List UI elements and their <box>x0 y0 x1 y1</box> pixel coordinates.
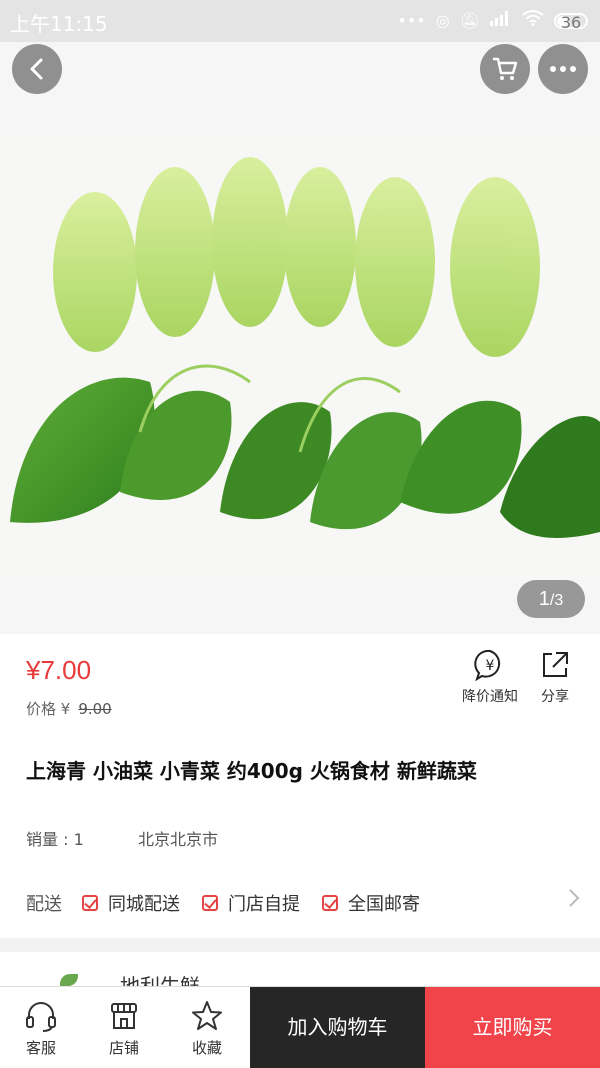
shop-name: 地利生鲜 <box>120 974 200 986</box>
checkbox-icon <box>322 895 338 911</box>
hotspot-icon: ◎ <box>435 10 450 30</box>
current-price: ¥7.00 <box>26 655 91 686</box>
chevron-left-icon <box>30 58 43 80</box>
add-to-cart-button[interactable]: 加入购物车 <box>250 987 425 1068</box>
status-time: 上午11:15 <box>10 12 108 36</box>
wifi-icon <box>522 10 544 31</box>
checkbox-icon <box>82 895 98 911</box>
favorite-label: 收藏 <box>191 1039 222 1057</box>
buy-now-button[interactable]: 立即购买 <box>425 987 600 1068</box>
shop-logo-icon <box>60 974 78 986</box>
customer-service-button[interactable]: 客服 <box>0 987 82 1068</box>
status-icons: ••• ◎ 🔕︎ 36 <box>397 10 588 32</box>
price-alert-label: 降价通知 <box>462 689 518 705</box>
headset-icon <box>24 999 58 1033</box>
store-icon <box>107 999 141 1033</box>
bottom-action-bar: 客服 店铺 收藏 加入购物车 立即购买 <box>0 986 600 1068</box>
pager-total: /3 <box>549 592 564 609</box>
cart-button[interactable] <box>480 44 530 94</box>
delivery-option-pickup: 门店自提 <box>202 890 300 916</box>
battery-icon: 36 <box>554 12 588 32</box>
svg-text:¥: ¥ <box>486 658 495 674</box>
mute-icon: 🔕︎ <box>459 10 480 30</box>
checkbox-icon <box>202 895 218 911</box>
signal-icon <box>490 10 512 31</box>
delivery-option-local: 同城配送 <box>82 890 180 916</box>
share-icon <box>538 648 572 682</box>
original-price-value: 9.00 <box>78 700 112 718</box>
price-symbol: ¥ <box>26 655 41 685</box>
sales-count: 销量 : 1 <box>26 830 84 849</box>
image-pager: 1/3 <box>517 580 585 618</box>
pager-current: 1 <box>538 588 550 610</box>
price-value: 7.00 <box>40 655 92 685</box>
store-button[interactable]: 店铺 <box>83 987 165 1068</box>
cart-icon <box>493 57 518 80</box>
customer-service-label: 客服 <box>25 1039 56 1057</box>
price-alert-icon: ¥ <box>473 648 507 682</box>
star-icon <box>190 999 224 1033</box>
more-button[interactable] <box>538 44 588 94</box>
battery-level: 36 <box>560 12 582 32</box>
more-dots-icon: ••• <box>397 10 426 30</box>
share-label: 分享 <box>541 689 569 705</box>
favorite-button[interactable]: 收藏 <box>166 987 248 1068</box>
share-button[interactable]: 分享 <box>534 648 576 706</box>
store-label: 店铺 <box>108 1039 139 1057</box>
more-icon <box>550 66 576 72</box>
delivery-label: 配送 <box>26 894 62 915</box>
bok-choy-illustration <box>0 132 600 580</box>
status-bar: 上午11:15 ••• ◎ 🔕︎ 36 <box>0 0 600 42</box>
product-image <box>0 132 600 580</box>
back-button[interactable] <box>12 44 62 94</box>
original-price: 价格 ¥ 9.00 <box>26 698 112 719</box>
section-divider <box>0 938 600 952</box>
price-alert-button[interactable]: ¥ 降价通知 <box>458 648 522 706</box>
original-price-label: 价格 ¥ <box>26 700 71 718</box>
chevron-right-icon[interactable] <box>568 888 580 914</box>
shop-row[interactable]: 地利生鲜 <box>0 952 600 986</box>
ship-location: 北京北京市 <box>138 830 219 849</box>
delivery-row[interactable]: 配送 同城配送 门店自提 全国邮寄 <box>26 890 442 916</box>
product-title: 上海青 小油菜 小青菜 约400g 火锅食材 新鲜蔬菜 <box>26 759 477 783</box>
product-image-gallery[interactable]: 1/3 <box>0 42 600 634</box>
delivery-option-nationwide: 全国邮寄 <box>322 890 420 916</box>
